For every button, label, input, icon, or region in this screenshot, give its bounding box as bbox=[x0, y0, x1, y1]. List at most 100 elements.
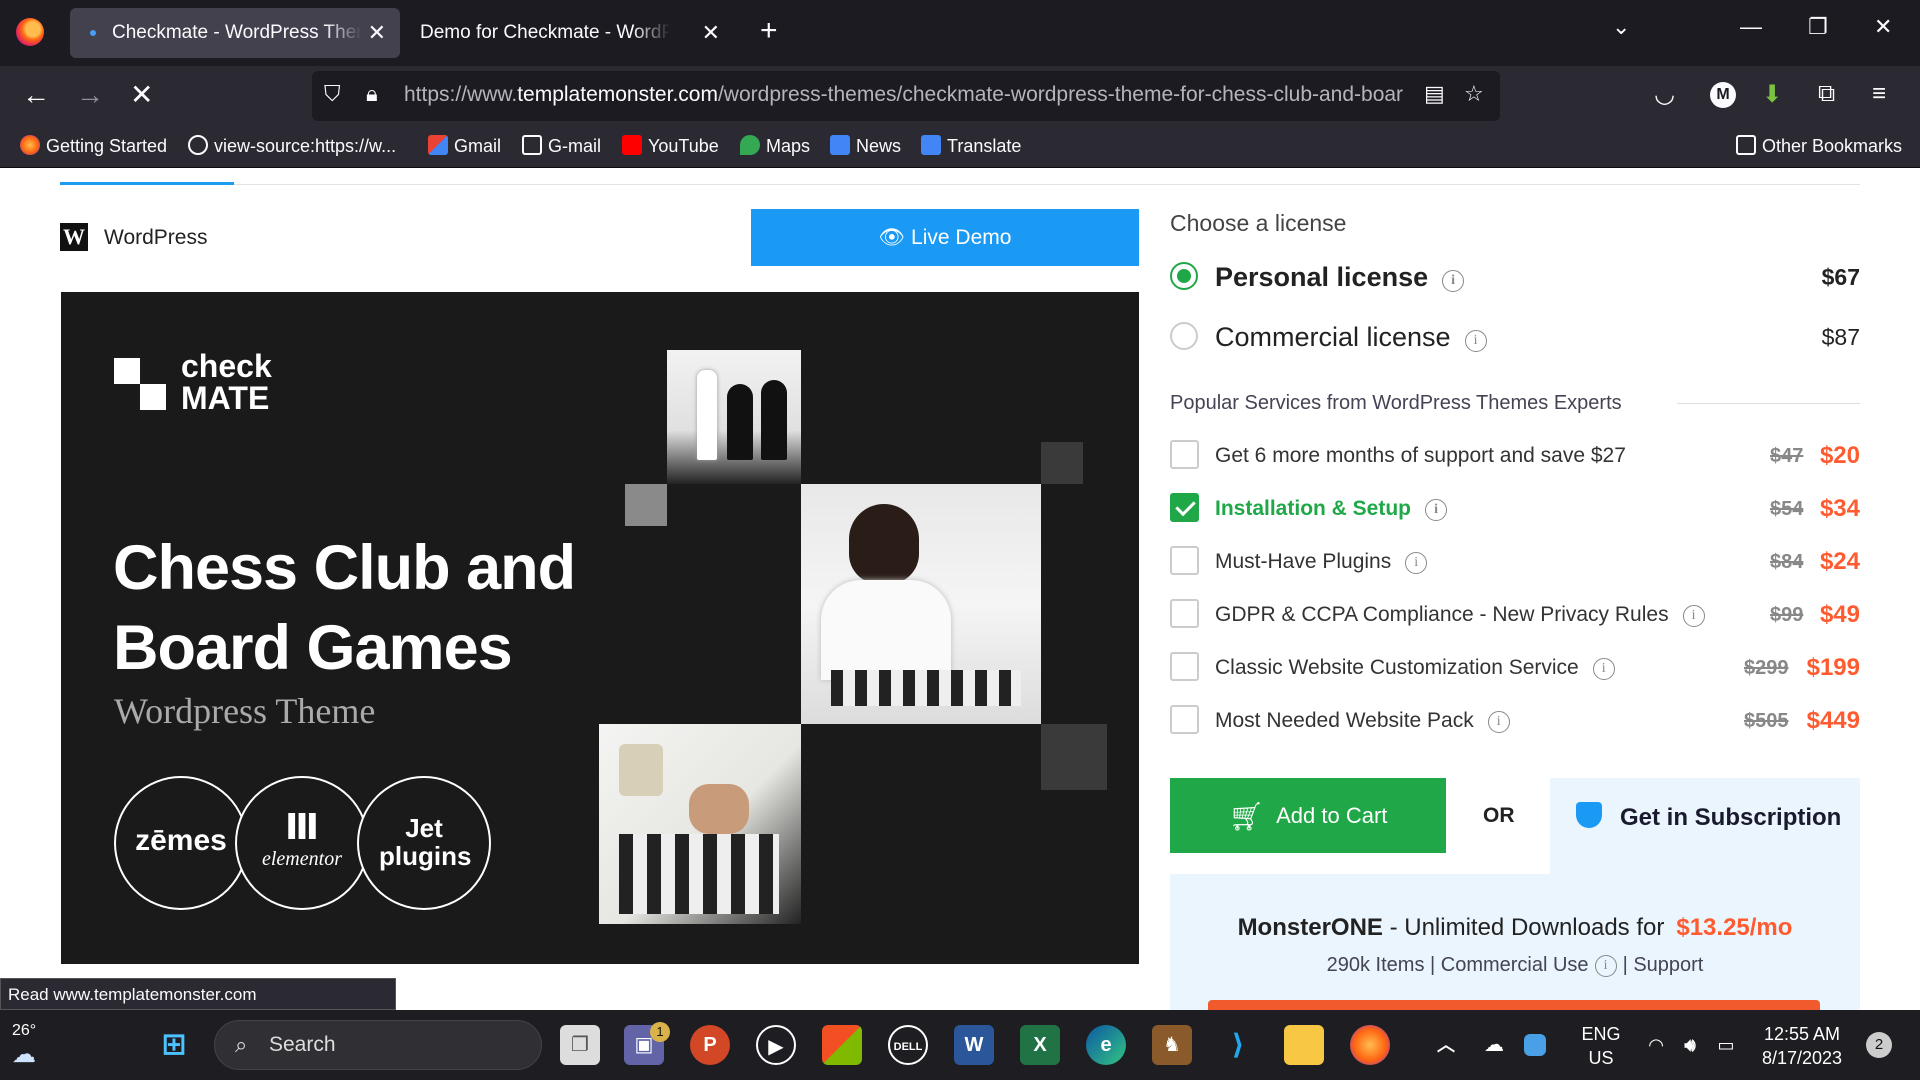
pocket-icon[interactable]: ◡ bbox=[1654, 80, 1675, 109]
firefox-icon[interactable] bbox=[16, 18, 44, 46]
info-icon[interactable]: i bbox=[1464, 330, 1487, 352]
service-plugins[interactable]: Must-Have Plugins i bbox=[1215, 550, 1428, 574]
clock[interactable]: 12:55 AM 8/17/2023 bbox=[1752, 1022, 1852, 1070]
stop-loading-button[interactable]: ✕ bbox=[130, 78, 153, 112]
tab-title: Demo for Checkmate - WordPress T bbox=[420, 22, 670, 43]
live-demo-button[interactable]: 👁︎ Live Demo bbox=[751, 209, 1139, 266]
onedrive-icon[interactable]: ☁ bbox=[1474, 1025, 1514, 1065]
taskbar-search[interactable]: ⌕ Search bbox=[214, 1020, 542, 1070]
service-checkbox-gdpr[interactable] bbox=[1170, 599, 1199, 628]
firefox-taskbar-icon[interactable] bbox=[1350, 1025, 1390, 1065]
search-label: Search bbox=[269, 1033, 336, 1056]
dell-icon[interactable]: DELL bbox=[888, 1025, 928, 1065]
info-icon[interactable]: i bbox=[1405, 552, 1428, 574]
game-icon[interactable]: ♞ bbox=[1152, 1025, 1192, 1065]
tray-app-icon[interactable] bbox=[1524, 1034, 1546, 1056]
powerpoint-icon[interactable]: P bbox=[690, 1025, 730, 1065]
language-indicator[interactable]: ENG US bbox=[1576, 1022, 1626, 1070]
info-icon[interactable]: i bbox=[1594, 955, 1617, 977]
edge-icon[interactable]: e bbox=[1086, 1025, 1126, 1065]
weather-widget[interactable]: 26° ☁ bbox=[12, 1022, 36, 1069]
teams-badge: 1 bbox=[650, 1022, 670, 1042]
url-text[interactable]: https://www.templatemonster.com/wordpres… bbox=[404, 83, 1414, 107]
bookmark-maps[interactable]: Maps bbox=[740, 135, 810, 157]
service-checkbox-installation[interactable] bbox=[1170, 493, 1199, 522]
info-icon[interactable]: i bbox=[1682, 605, 1705, 627]
lock-icon[interactable]: 🔒︎ bbox=[366, 81, 378, 107]
microsoft-store-icon[interactable] bbox=[822, 1025, 862, 1065]
forward-button[interactable]: → bbox=[76, 78, 104, 112]
service-installation[interactable]: Installation & Setup i bbox=[1215, 497, 1448, 521]
get-subscription-button[interactable]: Get in Subscription bbox=[1550, 778, 1860, 878]
new-tab-button[interactable]: + bbox=[760, 14, 778, 48]
extensions-icon[interactable]: ⧉ bbox=[1818, 80, 1835, 108]
personal-license-radio[interactable] bbox=[1170, 262, 1198, 290]
media-player-icon[interactable]: ▶ bbox=[756, 1025, 796, 1065]
reader-view-icon[interactable]: ▤ bbox=[1424, 81, 1445, 107]
close-tab-icon[interactable]: ✕ bbox=[368, 8, 386, 58]
url-bar[interactable]: ⛉ 🔒︎ https://www.templatemonster.com/wor… bbox=[312, 71, 1500, 121]
product-banner[interactable]: check MATE Chess Club and Board Games Word… bbox=[61, 292, 1139, 964]
close-tab-icon[interactable]: ✕ bbox=[702, 8, 720, 58]
add-to-cart-label: Add to Cart bbox=[1276, 803, 1388, 828]
info-icon[interactable]: i bbox=[1592, 658, 1615, 680]
service-website-pack[interactable]: Most Needed Website Pack i bbox=[1215, 709, 1510, 733]
info-icon[interactable]: i bbox=[1442, 270, 1465, 292]
service-customization[interactable]: Classic Website Customization Service i bbox=[1215, 656, 1615, 680]
info-icon[interactable]: i bbox=[1425, 499, 1448, 521]
service-support[interactable]: Get 6 more months of support and save $2… bbox=[1215, 444, 1626, 468]
back-button[interactable]: ← bbox=[22, 78, 50, 112]
list-all-tabs-icon[interactable]: ⌄ bbox=[1612, 14, 1630, 40]
service-label: Most Needed Website Pack bbox=[1215, 709, 1474, 732]
minimize-button[interactable]: — bbox=[1740, 14, 1762, 40]
service-checkbox-plugins[interactable] bbox=[1170, 546, 1199, 575]
info-icon[interactable]: i bbox=[1487, 711, 1510, 733]
show-hidden-icons[interactable]: ︿ bbox=[1426, 1025, 1466, 1065]
download-icon[interactable]: ⬇ bbox=[1762, 80, 1782, 109]
service-new-price: $24 bbox=[1819, 548, 1860, 575]
restore-button[interactable]: ❐ bbox=[1808, 14, 1828, 40]
bookmark-getting-started[interactable]: Getting Started bbox=[20, 135, 167, 157]
excel-icon[interactable]: X bbox=[1020, 1025, 1060, 1065]
word-icon[interactable]: W bbox=[954, 1025, 994, 1065]
vscode-icon[interactable]: ⟩ bbox=[1218, 1025, 1258, 1065]
service-checkbox-website-pack[interactable] bbox=[1170, 705, 1199, 734]
or-label: OR bbox=[1483, 804, 1515, 827]
task-view-icon[interactable]: ❐ bbox=[560, 1025, 600, 1065]
commercial-license-option[interactable]: Commercial license i bbox=[1215, 322, 1487, 353]
battery-icon[interactable]: ▭ bbox=[1706, 1025, 1746, 1065]
bookmark-folder-gmail[interactable]: G-mail bbox=[522, 135, 601, 157]
commercial-license-radio[interactable] bbox=[1170, 322, 1198, 350]
bookmark-gmail[interactable]: Gmail bbox=[428, 135, 501, 157]
jet-plugins-badge: Jet plugins bbox=[357, 776, 491, 910]
monsterone-features: 290k Items | Commercial Use bbox=[1326, 954, 1589, 976]
service-checkbox-support[interactable] bbox=[1170, 440, 1199, 469]
bookmark-youtube[interactable]: YouTube bbox=[622, 135, 719, 157]
bookmark-news[interactable]: News bbox=[830, 135, 901, 157]
personal-license-option[interactable]: Personal license i bbox=[1215, 262, 1465, 293]
subscription-label: Get in Subscription bbox=[1620, 804, 1842, 831]
bookmark-star-icon[interactable]: ☆ bbox=[1464, 81, 1484, 107]
file-explorer-icon[interactable] bbox=[1284, 1025, 1324, 1065]
service-checkbox-customization[interactable] bbox=[1170, 652, 1199, 681]
volume-icon[interactable]: 🔊︎ bbox=[1670, 1025, 1710, 1065]
other-bookmarks[interactable]: Other Bookmarks bbox=[1736, 135, 1902, 157]
bookmark-view-source[interactable]: view-source:https://w... bbox=[188, 135, 396, 157]
maps-icon bbox=[740, 135, 760, 155]
eye-icon: 👁︎ bbox=[878, 226, 912, 249]
shield-icon[interactable]: ⛉ bbox=[324, 81, 341, 107]
monsterone-cta-button[interactable] bbox=[1208, 1000, 1820, 1010]
account-avatar[interactable]: M bbox=[1710, 82, 1736, 108]
license-name: Personal license bbox=[1215, 262, 1429, 292]
menu-icon[interactable]: ≡ bbox=[1872, 80, 1886, 108]
wordpress-icon: W bbox=[60, 223, 88, 251]
add-to-cart-button[interactable]: 🛒︎ Add to Cart bbox=[1170, 778, 1446, 853]
cloud-icon: ☁ bbox=[12, 1041, 36, 1068]
tab-checkmate-demo[interactable]: Demo for Checkmate - WordPress T ✕ bbox=[404, 8, 734, 58]
close-window-button[interactable]: ✕ bbox=[1874, 14, 1892, 40]
windows-start-icon[interactable]: ⊞ bbox=[154, 1025, 194, 1065]
tab-checkmate-theme[interactable]: Checkmate - WordPress Theme ✕ bbox=[70, 8, 400, 58]
notification-badge[interactable]: 2 bbox=[1866, 1032, 1892, 1058]
service-gdpr[interactable]: GDPR & CCPA Compliance - New Privacy Rul… bbox=[1215, 603, 1705, 627]
bookmark-translate[interactable]: Translate bbox=[921, 135, 1021, 157]
